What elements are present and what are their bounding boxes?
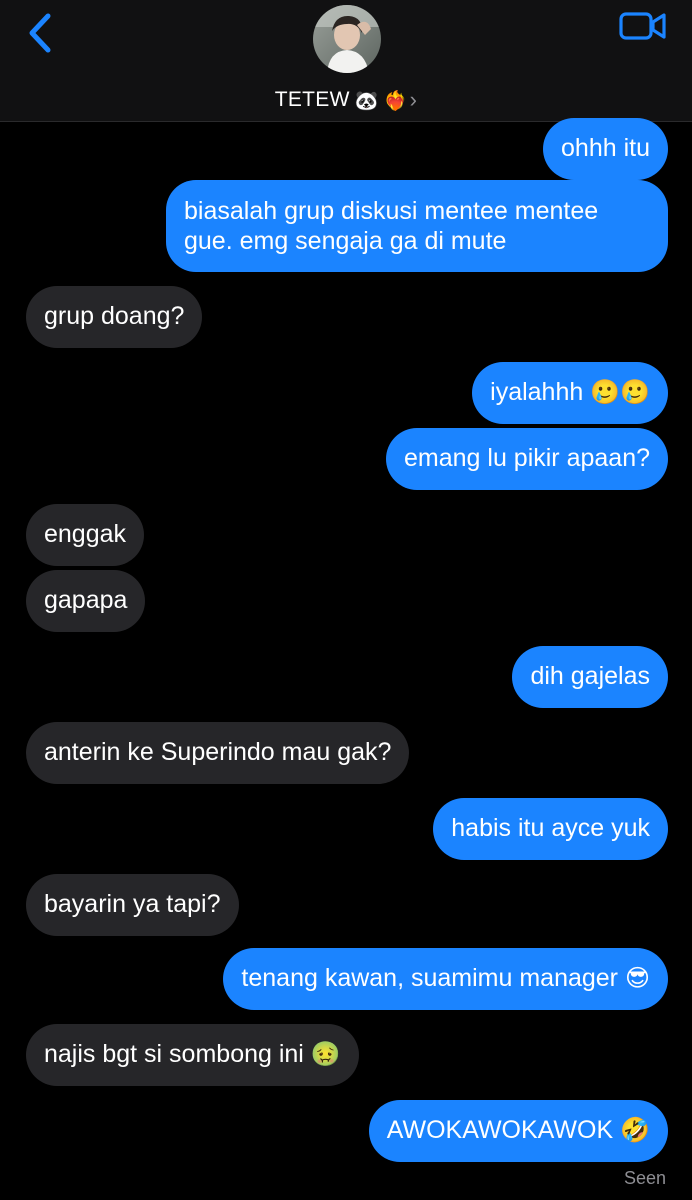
avatar-photo — [313, 5, 381, 73]
message-bubble-outgoing[interactable]: ohhh itu — [543, 118, 668, 180]
message-bubble-outgoing[interactable]: dih gajelas — [512, 646, 668, 708]
message-text: tenang kawan, suamimu manager — [241, 964, 619, 992]
chevron-left-icon — [29, 13, 51, 53]
message-bubble-outgoing[interactable]: AWOKAWOKAWOK 🤣 — [368, 1100, 668, 1162]
message-bubble-outgoing[interactable]: emang lu pikir apaan? — [386, 428, 668, 490]
message-bubble-outgoing[interactable]: habis itu ayce yuk — [433, 798, 668, 860]
nauseated-emoji: 🤢 — [310, 1040, 341, 1068]
chevron-right-icon: › — [409, 87, 418, 112]
contact-name-button[interactable]: TETEW 🐼 ❤️‍🔥 › — [0, 84, 692, 116]
message-text: anterin ke Superindo mau gak? — [44, 738, 392, 766]
message-bubble-incoming[interactable]: najis bgt si sombong ini 🤢 — [26, 1024, 359, 1086]
message-bubble-incoming[interactable]: grup doang? — [26, 286, 203, 348]
message-text: enggak — [44, 520, 127, 548]
message-text: iyalahhh — [490, 378, 584, 406]
message-text: dih gajelas — [530, 662, 650, 690]
video-call-button[interactable] — [614, 6, 672, 46]
heart-on-fire-emoji: ❤️‍🔥 — [383, 89, 408, 112]
message-bubble-incoming[interactable]: enggak — [26, 504, 145, 566]
message-text: habis itu ayce yuk — [451, 814, 650, 842]
panda-emoji: 🐼 — [354, 89, 379, 112]
message-bubble-outgoing[interactable]: tenang kawan, suamimu manager 😎 — [223, 948, 668, 1010]
sunglasses-emoji: 😎 — [624, 964, 650, 992]
message-bubble-incoming[interactable]: gapapa — [26, 570, 146, 632]
video-camera-icon — [619, 12, 666, 40]
message-bubble-incoming[interactable]: bayarin ya tapi? — [26, 874, 239, 936]
conversation-header: TETEW 🐼 ❤️‍🔥 › — [0, 0, 692, 122]
read-receipt: Seen — [623, 1168, 666, 1188]
crying-smile-emoji: 🥲🥲 — [590, 378, 650, 406]
message-text: ohhh itu — [561, 134, 650, 162]
rofl-emoji: 🤣 — [620, 1116, 650, 1144]
message-bubble-incoming[interactable]: anterin ke Superindo mau gak? — [26, 722, 410, 784]
message-text: AWOKAWOKAWOK — [386, 1116, 614, 1144]
contact-name: TETEW — [274, 88, 350, 111]
message-text: biasalah grup diskusi mentee mentee gue.… — [184, 197, 599, 255]
message-bubble-outgoing[interactable]: biasalah grup diskusi mentee mentee gue.… — [166, 180, 668, 272]
message-text: grup doang? — [44, 302, 185, 330]
contact-avatar[interactable] — [313, 5, 381, 73]
message-text: gapapa — [44, 586, 128, 614]
back-button[interactable] — [20, 6, 64, 56]
message-bubble-outgoing[interactable]: iyalahhh 🥲🥲 — [472, 362, 668, 424]
message-text: emang lu pikir apaan? — [404, 444, 650, 472]
message-text: bayarin ya tapi? — [44, 890, 221, 918]
message-text: najis bgt si sombong ini — [44, 1040, 304, 1068]
